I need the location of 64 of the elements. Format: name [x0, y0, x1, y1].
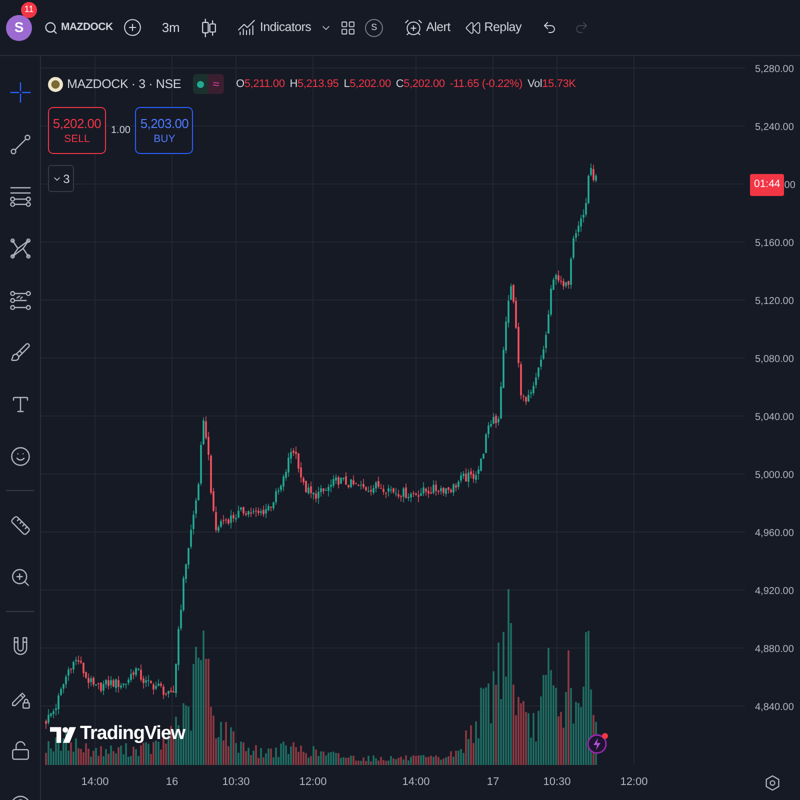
smiley-icon[interactable]: [10, 446, 30, 466]
price-label: 4,920.00: [755, 584, 795, 598]
indicators-toggle-button[interactable]: 3: [48, 165, 74, 192]
measure-lines-icon[interactable]: [10, 290, 30, 310]
ohlc-value: C5,202.00: [396, 76, 445, 92]
price-change: -11.65 (-0.22%): [450, 76, 522, 92]
price-label: 5,000.00: [755, 468, 795, 482]
unlocked-padlock-icon[interactable]: [10, 740, 30, 760]
time-label: 17: [486, 775, 500, 790]
price-label: 5,080.00: [755, 352, 795, 366]
price-label: 4,880.00: [755, 642, 795, 656]
price-label: 5,040.00: [755, 410, 795, 424]
alarm-clock-plus-icon: [404, 18, 424, 37]
time-label: 12:00: [620, 775, 648, 790]
order-quantity: 1.00: [111, 124, 130, 138]
delayed-data-flag: ≈: [208, 74, 224, 94]
time-label: 12:00: [299, 775, 327, 790]
settings-icon[interactable]: [765, 774, 780, 790]
logo-wordmark: TradingView: [80, 722, 185, 746]
time-label: 14:00: [81, 775, 109, 790]
time-label: 14:00: [402, 775, 430, 790]
price-label: 4,840.00: [755, 700, 795, 714]
price-label: 4,960.00: [755, 526, 795, 540]
brush-icon[interactable]: [10, 342, 30, 362]
time-label: 10:30: [543, 775, 571, 790]
interval-button[interactable]: 3m: [162, 18, 180, 38]
zoom-in-icon[interactable]: [10, 566, 30, 588]
symbol-search-button[interactable]: MAZDOCK: [44, 20, 113, 36]
price-label: 5,280.00: [755, 62, 795, 76]
lightning-icon[interactable]: [587, 734, 607, 754]
round-logo-icon: [48, 76, 63, 92]
symbol-title: MAZDOCK · 3 · NSE: [67, 76, 181, 93]
layout-grid-icon[interactable]: [340, 20, 356, 36]
price-label: 00: [784, 178, 796, 192]
ohlc-value: L5,202.00: [344, 76, 391, 92]
volume-value: Vol15.73K: [527, 76, 576, 92]
profile-letter-button[interactable]: S: [365, 18, 384, 36]
pattern-nodes-icon[interactable]: [10, 238, 30, 258]
sell-button[interactable]: 5,202.00 SELL: [48, 107, 106, 154]
notification-count: 11: [21, 2, 37, 18]
undo-icon[interactable]: [542, 20, 558, 35]
add-symbol-icon[interactable]: [122, 18, 142, 37]
logo-mark-icon: [50, 726, 76, 743]
indicators-button[interactable]: Indicators: [236, 18, 312, 37]
rewind-icon: [465, 20, 482, 36]
avatar-button[interactable]: S: [6, 14, 32, 40]
search-icon: [44, 20, 58, 34]
replay-button[interactable]: Replay: [465, 18, 522, 37]
ohlc-value: H5,213.95: [290, 76, 339, 92]
alert-button[interactable]: Alert: [404, 18, 450, 37]
ruler-icon[interactable]: [10, 514, 30, 536]
chart-bars-icon: [236, 18, 256, 37]
price-label: 5,160.00: [755, 236, 795, 250]
parallel-lines-icon[interactable]: [10, 186, 30, 206]
crosshair-icon[interactable]: [10, 82, 30, 102]
price-label: 5,240.00: [755, 120, 795, 134]
buy-button[interactable]: 5,203.00 BUY: [135, 107, 194, 154]
ohlc-value: O5,211.00: [236, 76, 285, 92]
countdown-label: 01:44: [750, 174, 784, 196]
time-label: 10:30: [222, 775, 250, 790]
trend-line-icon[interactable]: [10, 134, 30, 154]
candlestick-icon[interactable]: [200, 18, 217, 38]
price-label: 5,120.00: [755, 294, 795, 308]
time-label: 16: [166, 775, 178, 790]
